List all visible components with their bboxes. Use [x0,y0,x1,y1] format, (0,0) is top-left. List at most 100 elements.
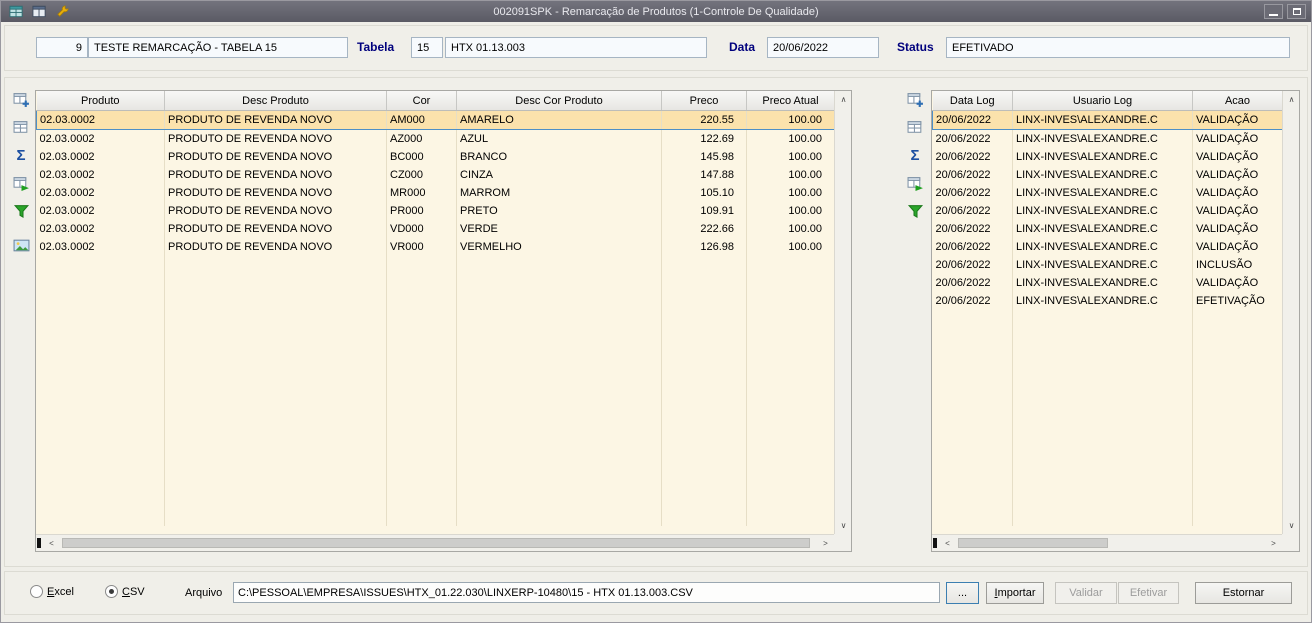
tabela-number-field[interactable]: 15 [411,37,443,58]
excel-radio-option[interactable]: Excel [30,585,74,598]
csv-radio[interactable] [105,585,118,598]
cell[interactable]: 126.98 [661,238,747,256]
cell[interactable]: 20/06/2022 [932,238,1013,256]
cell[interactable]: LINX-INVES\ALEXANDRE.C [1012,238,1193,256]
cell[interactable]: LINX-INVES\ALEXANDRE.C [1012,202,1193,220]
table-row[interactable]: 20/06/2022 LINX-INVES\ALEXANDRE.C VALIDAÇÃ… [932,129,1282,148]
cell[interactable]: LINX-INVES\ALEXANDRE.C [1012,166,1193,184]
cell[interactable]: LINX-INVES\ALEXANDRE.C [1012,274,1193,292]
cell[interactable]: AZUL [456,129,662,148]
cell[interactable]: VR000 [386,238,457,256]
scroll-down-icon[interactable]: ∨ [1283,518,1300,533]
cell[interactable]: VALIDAÇÃO [1192,148,1282,166]
cell[interactable]: 20/06/2022 [932,292,1013,310]
cell[interactable]: LINX-INVES\ALEXANDRE.C [1012,129,1193,148]
column-header[interactable]: Data Log [932,91,1013,111]
table-row[interactable]: 20/06/2022 LINX-INVES\ALEXANDRE.C VALIDAÇÃ… [932,202,1282,220]
cell[interactable]: VALIDAÇÃO [1192,238,1282,256]
cell[interactable]: PRODUTO DE REVENDA NOVO [164,129,387,148]
cell[interactable]: 20/06/2022 [932,184,1013,202]
cell[interactable]: 122.69 [661,129,747,148]
cell[interactable]: BRANCO [456,148,662,166]
table-row[interactable]: 20/06/2022 LINX-INVES\ALEXANDRE.C VALIDAÇÃ… [932,184,1282,202]
log-vertical-scrollbar[interactable]: ∧ ∨ [1282,91,1299,534]
scroll-up-icon[interactable]: ∧ [1283,92,1300,107]
cell[interactable]: PRODUTO DE REVENDA NOVO [164,184,387,202]
table-row[interactable]: 02.03.0002 PRODUTO DE REVENDA NOVO CZ000 CI… [36,166,834,184]
cell[interactable]: PRODUTO DE REVENDA NOVO [164,220,387,238]
scroll-left-icon[interactable]: < [43,535,60,551]
grid-export-icon[interactable] [12,174,30,192]
cell[interactable]: 20/06/2022 [932,129,1013,148]
cell[interactable]: VALIDAÇÃO [1192,220,1282,238]
table-row[interactable]: 20/06/2022 LINX-INVES\ALEXANDRE.C VALIDAÇÃ… [932,166,1282,184]
cell[interactable]: 02.03.0002 [36,202,165,220]
record-name-field[interactable]: TESTE REMARCAÇÃO - TABELA 15 [88,37,348,58]
cell[interactable]: 109.91 [661,202,747,220]
cell[interactable]: AMARELO [456,110,662,130]
cell[interactable]: 222.66 [661,220,747,238]
scroll-right-icon[interactable]: > [1265,535,1282,551]
maximize-button[interactable] [1287,4,1306,19]
filter-icon[interactable] [906,202,924,220]
cell[interactable]: VERDE [456,220,662,238]
column-header[interactable]: Produto [36,91,165,111]
cell[interactable]: MR000 [386,184,457,202]
cell[interactable]: PRODUTO DE REVENDA NOVO [164,166,387,184]
table-row[interactable]: 02.03.0002 PRODUTO DE REVENDA NOVO VR000 VE… [36,238,834,256]
cell[interactable]: PRODUTO DE REVENDA NOVO [164,110,387,130]
csv-radio-option[interactable]: CSV [105,585,145,598]
cell[interactable]: 100.00 [746,166,834,184]
cell[interactable]: LINX-INVES\ALEXANDRE.C [1012,292,1193,310]
products-horizontal-scrollbar[interactable]: < > [36,534,834,551]
cell[interactable]: MARROM [456,184,662,202]
cell[interactable]: PRODUTO DE REVENDA NOVO [164,238,387,256]
cell[interactable]: PRETO [456,202,662,220]
cell[interactable]: VALIDAÇÃO [1192,110,1282,130]
cell[interactable]: VALIDAÇÃO [1192,202,1282,220]
cell[interactable]: AZ000 [386,129,457,148]
cell[interactable]: 20/06/2022 [932,110,1013,130]
cell[interactable]: 20/06/2022 [932,256,1013,274]
cell[interactable]: 100.00 [746,220,834,238]
cell[interactable]: BC000 [386,148,457,166]
image-icon[interactable] [12,236,30,254]
estornar-button[interactable]: Estornar [1195,582,1292,604]
cell[interactable]: 20/06/2022 [932,274,1013,292]
filter-icon[interactable] [12,202,30,220]
column-header[interactable]: Preco [661,91,747,111]
cell[interactable]: 105.10 [661,184,747,202]
column-header[interactable]: Desc Cor Produto [456,91,662,111]
record-id-field[interactable]: 9 [36,37,88,58]
column-header[interactable]: Acao [1192,91,1282,111]
cell[interactable]: LINX-INVES\ALEXANDRE.C [1012,184,1193,202]
hscroll-thumb[interactable] [958,538,1108,548]
cell[interactable]: 02.03.0002 [36,110,165,130]
cell[interactable]: INCLUSÃO [1192,256,1282,274]
cell[interactable]: CZ000 [386,166,457,184]
cell[interactable]: VERMELHO [456,238,662,256]
tabela-desc-field[interactable]: HTX 01.13.003 [445,37,707,58]
table-row[interactable]: 02.03.0002 PRODUTO DE REVENDA NOVO PR000 PR… [36,202,834,220]
sum-icon[interactable]: Σ [12,146,30,164]
cell[interactable]: 20/06/2022 [932,202,1013,220]
grid-customize-icon[interactable] [906,90,924,108]
data-field[interactable]: 20/06/2022 [767,37,879,58]
table-row[interactable]: 20/06/2022 LINX-INVES\ALEXANDRE.C EFETIVAÇ… [932,292,1282,310]
cell[interactable]: VALIDAÇÃO [1192,184,1282,202]
cell[interactable]: CINZA [456,166,662,184]
cell[interactable]: 20/06/2022 [932,220,1013,238]
cell[interactable]: 02.03.0002 [36,148,165,166]
app-grid-icon[interactable] [8,4,24,20]
cell[interactable]: 145.98 [661,148,747,166]
cell[interactable]: 220.55 [661,110,747,130]
cell[interactable]: 02.03.0002 [36,238,165,256]
log-horizontal-scrollbar[interactable]: < > [932,534,1282,551]
grid-layout-icon[interactable] [906,118,924,136]
cell[interactable]: 20/06/2022 [932,148,1013,166]
grid-customize-icon[interactable] [12,90,30,108]
scroll-left-icon[interactable]: < [939,535,956,551]
cell[interactable]: 100.00 [746,148,834,166]
cell[interactable]: 100.00 [746,184,834,202]
cell[interactable]: PRODUTO DE REVENDA NOVO [164,148,387,166]
